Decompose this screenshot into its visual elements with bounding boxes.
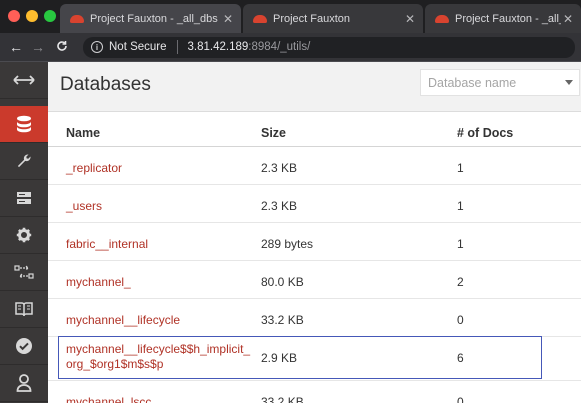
back-arrow-icon[interactable]: ←	[5, 39, 27, 55]
couchdb-favicon-icon	[70, 14, 84, 24]
database-size: 289 bytes	[261, 237, 314, 251]
database-link[interactable]: fabric__internal	[66, 237, 148, 251]
tab-title: Project Fauxton - _all_dbs	[90, 12, 218, 25]
tab-title: Project Fauxton - _all_dbs	[455, 12, 561, 25]
database-size: 80.0 KB	[261, 275, 304, 289]
tab-close-icon[interactable]: ✕	[561, 12, 575, 26]
table-row: _users 2.3 KB 1	[48, 186, 581, 223]
table-row: _replicator 2.3 KB 1	[48, 148, 581, 185]
sidebar-nav	[0, 62, 48, 403]
table-row: mychannel_lscc 33.2 KB 0	[48, 382, 581, 403]
sidebar-item-setup[interactable]	[0, 143, 48, 180]
arrows-icon	[13, 75, 35, 85]
column-header-docs[interactable]: # of Docs	[457, 126, 513, 140]
sidebar-item-documentation[interactable]	[0, 291, 48, 328]
replication-icon	[14, 265, 34, 279]
database-size: 2.9 KB	[261, 351, 298, 365]
security-label: Not Secure	[109, 41, 167, 53]
sidebar-item-databases[interactable]	[0, 106, 48, 143]
chevron-down-icon[interactable]	[565, 80, 573, 85]
page-header: Databases	[48, 62, 581, 112]
sidebar-item-active-tasks[interactable]	[0, 180, 48, 217]
database-doc-count: 6	[457, 351, 464, 365]
database-link[interactable]: mychannel__lifecycle	[66, 313, 180, 327]
reload-icon[interactable]	[51, 40, 73, 55]
column-header-size[interactable]: Size	[261, 126, 286, 140]
server-icon	[17, 192, 31, 204]
user-icon	[16, 374, 32, 392]
forward-arrow-icon[interactable]: →	[27, 39, 49, 55]
tab-close-icon[interactable]: ✕	[403, 12, 417, 26]
database-link[interactable]: _users	[66, 199, 102, 213]
database-name-input[interactable]	[420, 69, 580, 96]
database-link[interactable]: mychannel_lscc	[66, 395, 151, 403]
table-row-highlighted: mychannel__lifecycle$$h_implicit_org_$or…	[48, 336, 581, 381]
database-link[interactable]: _replicator	[66, 161, 122, 175]
browser-tab[interactable]: Project Fauxton - _all_dbs ✕	[425, 4, 581, 33]
database-size: 33.2 KB	[261, 313, 304, 327]
database-doc-count: 2	[457, 275, 464, 289]
sidebar-item-user[interactable]	[0, 365, 48, 402]
database-link[interactable]: mychannel__lifecycle$$h_implicit_org_$or…	[66, 342, 256, 372]
sidebar-item-config[interactable]	[0, 217, 48, 254]
sidebar-item-toggle[interactable]	[0, 62, 48, 99]
browser-tab-bar: Project Fauxton - _all_dbs ✕ Project Fau…	[0, 0, 581, 33]
table-row: mychannel_ 80.0 KB 2	[48, 262, 581, 299]
couchdb-favicon-icon	[253, 14, 267, 24]
database-doc-count: 1	[457, 237, 464, 251]
divider	[176, 40, 178, 54]
browser-tab[interactable]: Project Fauxton - _all_dbs ✕	[60, 4, 241, 33]
url-field[interactable]: i Not Secure 3.81.42.189:8984/_utils/	[83, 36, 575, 58]
browser-tab[interactable]: Project Fauxton ✕	[243, 4, 423, 33]
minimize-window-button[interactable]	[26, 10, 38, 22]
database-size: 2.3 KB	[261, 161, 298, 175]
gear-icon	[16, 227, 32, 243]
close-window-button[interactable]	[8, 10, 20, 22]
wrench-icon	[17, 154, 31, 168]
database-doc-count: 1	[457, 161, 464, 175]
database-doc-count: 1	[457, 199, 464, 213]
address-bar: ← → i Not Secure 3.81.42.189:8984/_utils…	[0, 33, 581, 62]
database-link[interactable]: mychannel_	[66, 275, 131, 289]
maximize-window-button[interactable]	[44, 10, 56, 22]
sidebar-item-verify[interactable]	[0, 328, 48, 365]
database-icon	[17, 115, 31, 133]
book-icon	[15, 302, 33, 317]
database-size: 33.2 KB	[261, 395, 304, 403]
database-size: 2.3 KB	[261, 199, 298, 213]
database-doc-count: 0	[457, 395, 464, 403]
column-header-name[interactable]: Name	[66, 126, 100, 140]
couchdb-favicon-icon	[435, 14, 449, 24]
checkmark-icon	[16, 338, 32, 354]
table-row: mychannel__lifecycle 33.2 KB 0	[48, 300, 581, 337]
main-content: Databases Name Size # of Docs _replicato…	[48, 62, 581, 403]
tab-title: Project Fauxton	[273, 12, 351, 25]
url-path: :8984/_utils/	[248, 41, 311, 53]
table-row: fabric__internal 289 bytes 1	[48, 224, 581, 261]
tab-close-icon[interactable]: ✕	[221, 12, 235, 26]
page-title: Databases	[60, 74, 151, 95]
database-doc-count: 0	[457, 313, 464, 327]
info-icon[interactable]: i	[91, 41, 103, 53]
table-header: Name Size # of Docs	[48, 113, 581, 147]
sidebar-item-replication[interactable]	[0, 254, 48, 291]
url-host: 3.81.42.189	[187, 41, 249, 53]
